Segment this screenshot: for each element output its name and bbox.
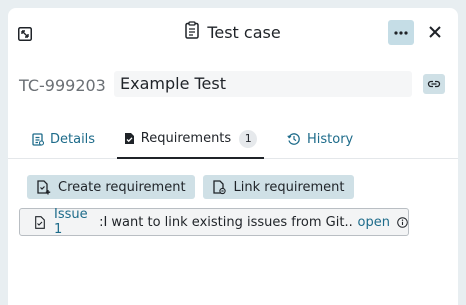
issue-title: I want to link existing issues from Git.…: [103, 214, 352, 230]
requirement-actions: Create requirement Link requirement: [27, 175, 354, 199]
panel-header: Test case: [8, 8, 458, 56]
tab-requirements-label: Requirements: [140, 131, 232, 146]
link-requirement-label: Link requirement: [233, 179, 345, 195]
test-case-panel: Test case TC-999203 Example Test Details…: [8, 8, 458, 305]
test-case-id: TC-999203: [19, 75, 106, 95]
requirements-doc-icon: [124, 133, 134, 144]
tab-requirements[interactable]: Requirements 1: [117, 120, 264, 159]
clipboard-icon: [185, 21, 200, 43]
tab-history[interactable]: History: [287, 120, 353, 158]
doc-add-icon: [37, 179, 51, 194]
copy-link-button[interactable]: [423, 74, 445, 94]
close-button[interactable]: [425, 22, 445, 42]
test-case-title-row: TC-999203 Example Test: [8, 70, 458, 100]
tab-details[interactable]: Details: [32, 120, 95, 158]
ellipsis-icon: [394, 30, 408, 35]
expand-icon[interactable]: [18, 26, 32, 41]
details-icon: [32, 132, 44, 146]
history-icon: [287, 133, 300, 145]
create-requirement-label: Create requirement: [58, 179, 186, 195]
requirement-doc-icon: [35, 215, 45, 229]
link-icon: [427, 80, 441, 88]
tab-history-label: History: [307, 131, 354, 147]
issue-state: open: [357, 214, 390, 230]
linked-issue-row: Issue 1 : I want to link existing issues…: [19, 207, 409, 237]
doc-link-icon: [212, 179, 226, 194]
tab-details-label: Details: [50, 131, 96, 147]
close-icon: [429, 26, 441, 38]
tab-bar: Details Requirements 1 History: [8, 120, 458, 159]
test-case-name-field[interactable]: Example Test: [114, 71, 412, 97]
link-requirement-button[interactable]: Link requirement: [202, 175, 354, 199]
issue-link[interactable]: Issue 1: [54, 207, 99, 237]
panel-title-text: Test case: [207, 22, 281, 42]
requirements-count-badge: 1: [239, 129, 258, 148]
info-icon[interactable]: [397, 216, 408, 228]
more-options-button[interactable]: [388, 20, 414, 45]
create-requirement-button[interactable]: Create requirement: [27, 175, 195, 199]
